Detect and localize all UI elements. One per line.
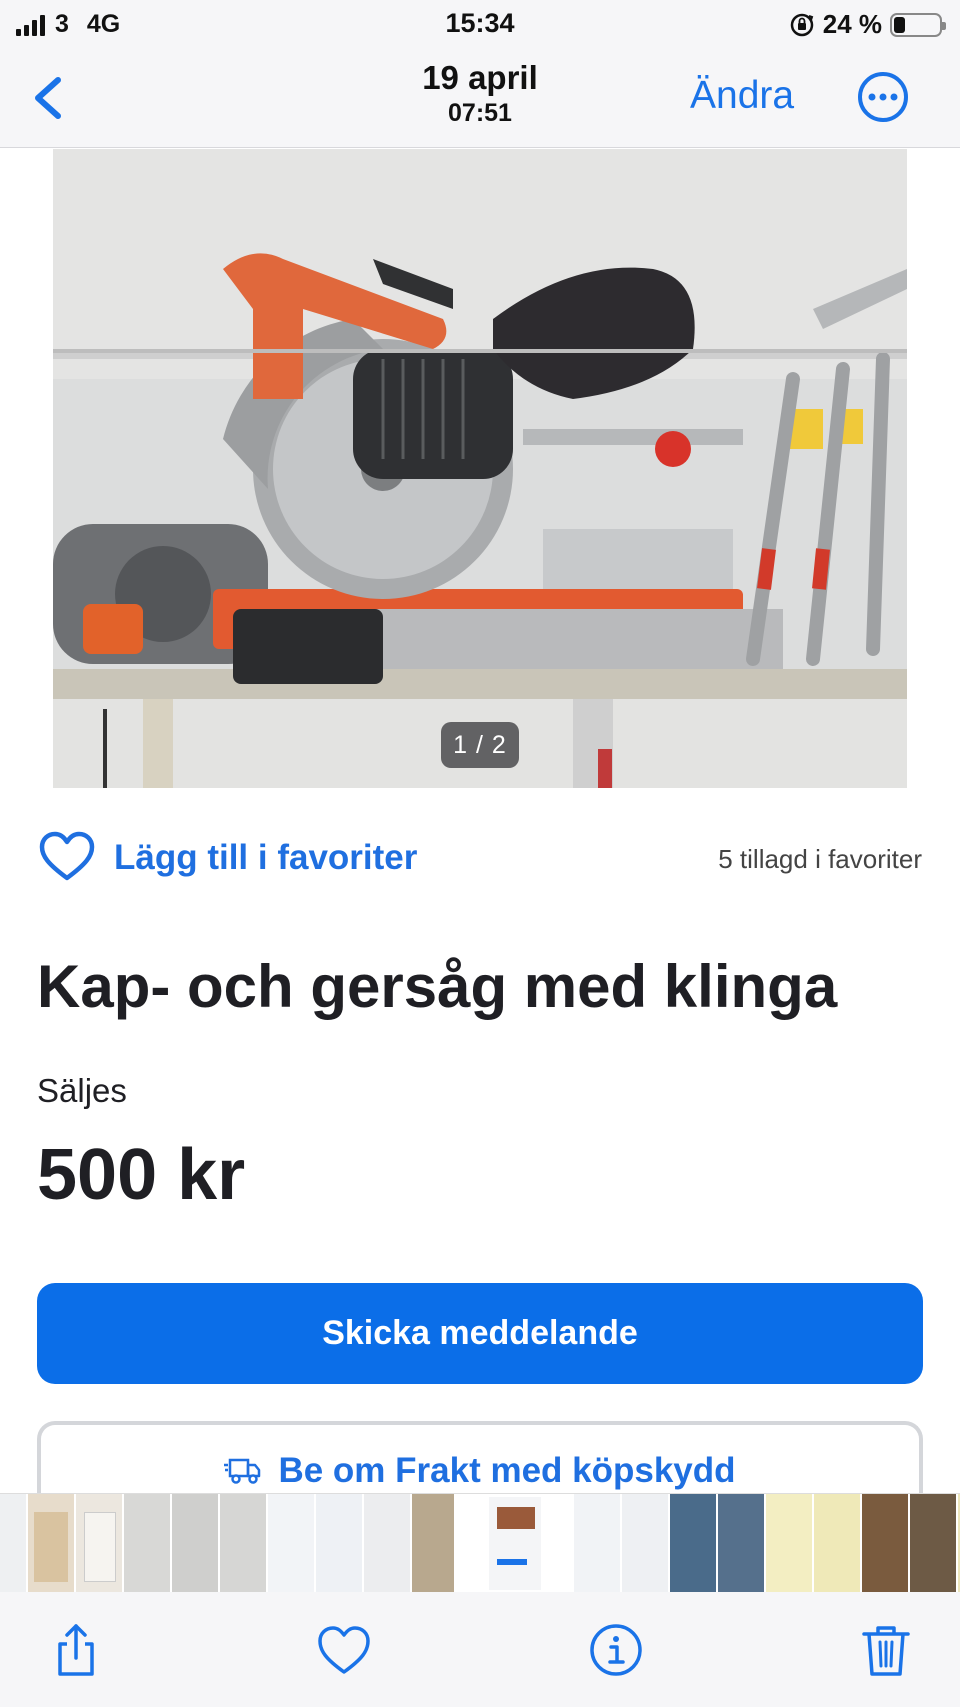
favorites-count: 5 tillagd i favoriter	[718, 844, 922, 874]
thumbnail-strip[interactable]	[0, 1493, 960, 1592]
thumbnail[interactable]	[412, 1494, 456, 1592]
ellipsis-circle-icon[interactable]	[856, 70, 910, 124]
status-bar: 3 4G 15:34 24 %	[0, 0, 960, 48]
trash-icon[interactable]	[858, 1622, 914, 1678]
thumbnail[interactable]	[718, 1494, 766, 1592]
nav-time: 07:51	[448, 99, 512, 127]
thumbnail[interactable]	[172, 1494, 220, 1592]
favorites-row: Lägg till i favoriter 5 tillagd i favori…	[0, 820, 960, 900]
thumbnail[interactable]	[268, 1494, 316, 1592]
miter-saw-image	[53, 149, 907, 788]
heart-icon[interactable]	[316, 1622, 372, 1678]
thumbnail[interactable]	[670, 1494, 718, 1592]
bottom-toolbar	[0, 1592, 960, 1707]
thumbnail[interactable]	[456, 1494, 486, 1592]
battery-percent: 24 %	[822, 9, 882, 39]
nav-bar: 19 april 07:51 Ändra	[0, 48, 960, 148]
thumbnail[interactable]	[28, 1494, 76, 1592]
thumbnail-selected[interactable]	[486, 1494, 544, 1592]
orientation-lock-icon	[790, 13, 813, 36]
thumbnail[interactable]	[622, 1494, 670, 1592]
thumbnail[interactable]	[316, 1494, 364, 1592]
send-message-button[interactable]: Skicka meddelande	[37, 1283, 923, 1384]
thumbnail[interactable]	[544, 1494, 574, 1592]
edit-button[interactable]: Ändra	[690, 74, 794, 118]
thumbnail[interactable]	[364, 1494, 412, 1592]
thumbnail[interactable]	[862, 1494, 910, 1592]
add-to-favorites-button[interactable]: Lägg till i favoriter	[114, 838, 417, 878]
freight-label: Be om Frakt med köpskydd	[278, 1451, 736, 1490]
listing-type: Säljes	[37, 1072, 127, 1109]
nav-date: 19 april	[422, 59, 538, 96]
listing-photo[interactable]	[53, 149, 907, 788]
listing-title: Kap- och gersåg med klinga	[37, 953, 838, 1020]
thumbnail[interactable]	[0, 1494, 28, 1592]
heart-outline-icon[interactable]	[38, 830, 96, 884]
thumbnail[interactable]	[574, 1494, 622, 1592]
listing-price: 500 kr	[37, 1135, 246, 1215]
info-icon[interactable]	[588, 1622, 644, 1678]
photo-counter: 1 / 2	[441, 722, 519, 768]
thumbnail[interactable]	[766, 1494, 814, 1592]
thumbnail[interactable]	[220, 1494, 268, 1592]
thumbnail[interactable]	[124, 1494, 172, 1592]
battery-fill	[894, 16, 905, 33]
freight-content: Be om Frakt med köpskydd	[41, 1451, 919, 1491]
thumbnail[interactable]	[910, 1494, 958, 1592]
nav-title: 19 april 07:51	[0, 58, 960, 128]
share-icon[interactable]	[48, 1622, 104, 1678]
status-right: 24 %	[789, 9, 946, 40]
thumbnail[interactable]	[76, 1494, 124, 1592]
battery-icon	[890, 12, 946, 37]
thumbnail[interactable]	[814, 1494, 862, 1592]
truck-icon	[224, 1458, 261, 1484]
